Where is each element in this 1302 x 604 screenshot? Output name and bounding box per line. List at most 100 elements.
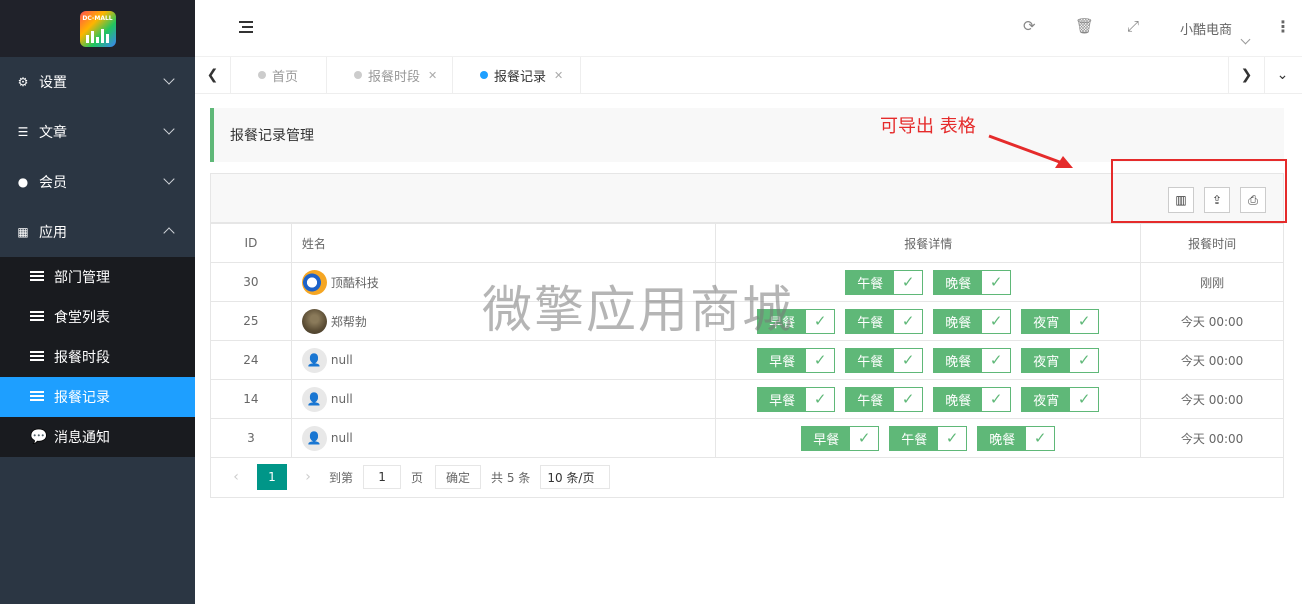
logo[interactable]: DC-MALL (0, 0, 195, 57)
trash-icon[interactable]: 🗑 (1075, 17, 1094, 35)
cell-detail: 午餐 ✓ 晚餐 ✓ (715, 262, 1142, 302)
check-icon: ✓ (1070, 348, 1099, 372)
header-time[interactable]: 报餐时间 (1140, 223, 1284, 263)
check-icon: ✓ (1070, 309, 1099, 333)
prev-page-button[interactable]: ‹ (223, 469, 249, 485)
goto-page-input[interactable]: 1 (363, 465, 402, 489)
chevron-up-icon (163, 227, 175, 239)
tab-bar: ❮ 首页 报餐时段 ✕ 报餐记录 ✕ ❯ ⌄ (195, 57, 1302, 94)
meal-badge: 午餐 ✓ (845, 308, 924, 334)
current-page[interactable]: 1 (257, 464, 287, 490)
meal-label: 晚餐 (934, 270, 983, 294)
sidebar-subitem-label: 报餐时段 (54, 350, 110, 366)
check-icon: ✓ (850, 426, 879, 450)
sidebar-subitem-2[interactable]: 报餐时段 (0, 337, 195, 377)
cell-name: 郑帮勃 (290, 301, 717, 341)
goto-suffix: 页 (411, 470, 424, 485)
cell-time: 今天 00:00 (1140, 340, 1284, 380)
menu-toggle-icon[interactable] (239, 21, 253, 33)
user-icon: ● (17, 175, 29, 189)
sidebar-item-2[interactable]: ● 会员 (0, 157, 195, 207)
tab-2[interactable]: 报餐记录 ✕ (453, 57, 581, 93)
meal-badge: 夜宵 ✓ (1021, 347, 1100, 373)
sidebar-item-3[interactable]: ▦ 应用 (0, 207, 195, 257)
sidebar-subitem-0[interactable]: 部门管理 (0, 257, 195, 297)
tab-menu-button[interactable]: ⌄ (1264, 57, 1300, 93)
tab-0[interactable]: 首页 (231, 57, 327, 93)
list-icon (30, 309, 44, 325)
sidebar-subitem-4[interactable]: 💬 消息通知 (0, 417, 195, 457)
more-icon[interactable]: ⋮ (1275, 17, 1291, 36)
close-icon[interactable]: ✕ (428, 69, 437, 82)
header-id[interactable]: ID (210, 223, 292, 263)
meal-badge: 午餐 ✓ (889, 425, 968, 451)
meal-label: 午餐 (890, 426, 939, 450)
user-name: null (330, 392, 353, 406)
pagination: ‹ 1 › 到第 1 页 确定 共 5 条 10 条/页 (210, 457, 1284, 498)
sidebar-item-label: 文章 (39, 125, 67, 141)
meal-badge: 早餐 ✓ (757, 386, 836, 412)
cell-detail: 早餐 ✓ 午餐 ✓ 晚餐 ✓ 夜宵 ✓ (715, 379, 1142, 419)
top-header: ⟳ 🗑 ⤢ 小酷电商 ⋮ (195, 0, 1302, 57)
grid-icon: ▦ (17, 225, 29, 239)
table-row: 25 郑帮勃 早餐 ✓ 午餐 ✓ 晚餐 ✓ 夜宵 ✓ 今天 00:00 (210, 301, 1284, 341)
chevron-down-icon[interactable] (1240, 34, 1251, 45)
cell-time: 刚刚 (1140, 262, 1284, 302)
next-page-button[interactable]: › (295, 469, 321, 485)
tab-prev-button[interactable]: ❮ (195, 57, 231, 93)
sidebar-subitem-1[interactable]: 食堂列表 (0, 297, 195, 337)
sidebar-subitem-3[interactable]: 报餐记录 (0, 377, 195, 417)
sidebar-subitem-label: 部门管理 (54, 270, 110, 286)
refresh-icon[interactable]: ⟳ (1023, 17, 1036, 35)
meal-badge: 早餐 ✓ (801, 425, 880, 451)
meal-label: 晚餐 (978, 426, 1027, 450)
user-name: 郑帮勃 (330, 314, 367, 329)
table-row: 14 👤 null 早餐 ✓ 午餐 ✓ 晚餐 ✓ 夜宵 ✓ 今天 00:00 (210, 379, 1284, 419)
goto-prefix: 到第 (329, 470, 354, 485)
logo-text: DC-MALL (82, 14, 113, 22)
user-menu[interactable]: 小酷电商 (1180, 19, 1232, 38)
avatar: 👤 (301, 347, 327, 373)
sidebar-subitem-label: 报餐记录 (54, 390, 110, 406)
check-icon: ✓ (982, 309, 1011, 333)
meal-label: 夜宵 (1022, 387, 1071, 411)
cell-detail: 早餐 ✓ 午餐 ✓ 晚餐 ✓ (715, 418, 1142, 458)
meal-label: 夜宵 (1022, 348, 1071, 372)
tab-label: 首页 (272, 69, 299, 85)
cell-name: 顶酷科技 (290, 262, 717, 302)
meal-badge: 午餐 ✓ (845, 269, 924, 295)
sidebar-submenu: 部门管理食堂列表报餐时段报餐记录 💬 消息通知 (0, 257, 195, 457)
gears-icon: ⚙ (17, 75, 29, 89)
list-icon (30, 349, 44, 365)
page-size-select[interactable]: 10 条/页 (540, 465, 611, 489)
tab-label: 报餐时段 (368, 69, 421, 85)
tab-dot-icon (354, 71, 362, 79)
meal-badge: 午餐 ✓ (845, 347, 924, 373)
check-icon: ✓ (894, 387, 923, 411)
check-icon: ✓ (1070, 387, 1099, 411)
cell-id: 24 (210, 340, 292, 380)
avatar (301, 269, 327, 295)
sidebar-item-1[interactable]: ☰ 文章 (0, 107, 195, 157)
total-count: 共 5 条 (491, 470, 531, 485)
tab-1[interactable]: 报餐时段 ✕ (327, 57, 453, 93)
fullscreen-icon[interactable]: ⤢ (1127, 17, 1139, 35)
list-icon (30, 389, 44, 405)
header-detail[interactable]: 报餐详情 (715, 223, 1142, 263)
comment-icon: 💬 (30, 429, 48, 445)
close-icon[interactable]: ✕ (554, 69, 563, 82)
tab-next-button[interactable]: ❯ (1228, 57, 1264, 93)
sidebar-item-0[interactable]: ⚙ 设置 (0, 57, 195, 107)
check-icon: ✓ (806, 348, 835, 372)
check-icon: ✓ (806, 387, 835, 411)
check-icon: ✓ (938, 426, 967, 450)
meal-badge: 晚餐 ✓ (933, 386, 1012, 412)
sidebar-item-label: 会员 (39, 175, 67, 191)
meal-label: 晚餐 (934, 348, 983, 372)
cell-time: 今天 00:00 (1140, 418, 1284, 458)
header-name[interactable]: 姓名 (290, 223, 717, 263)
check-icon: ✓ (806, 309, 835, 333)
check-icon: ✓ (982, 387, 1011, 411)
chevron-down-icon (163, 73, 175, 85)
goto-confirm-button[interactable]: 确定 (435, 465, 482, 489)
